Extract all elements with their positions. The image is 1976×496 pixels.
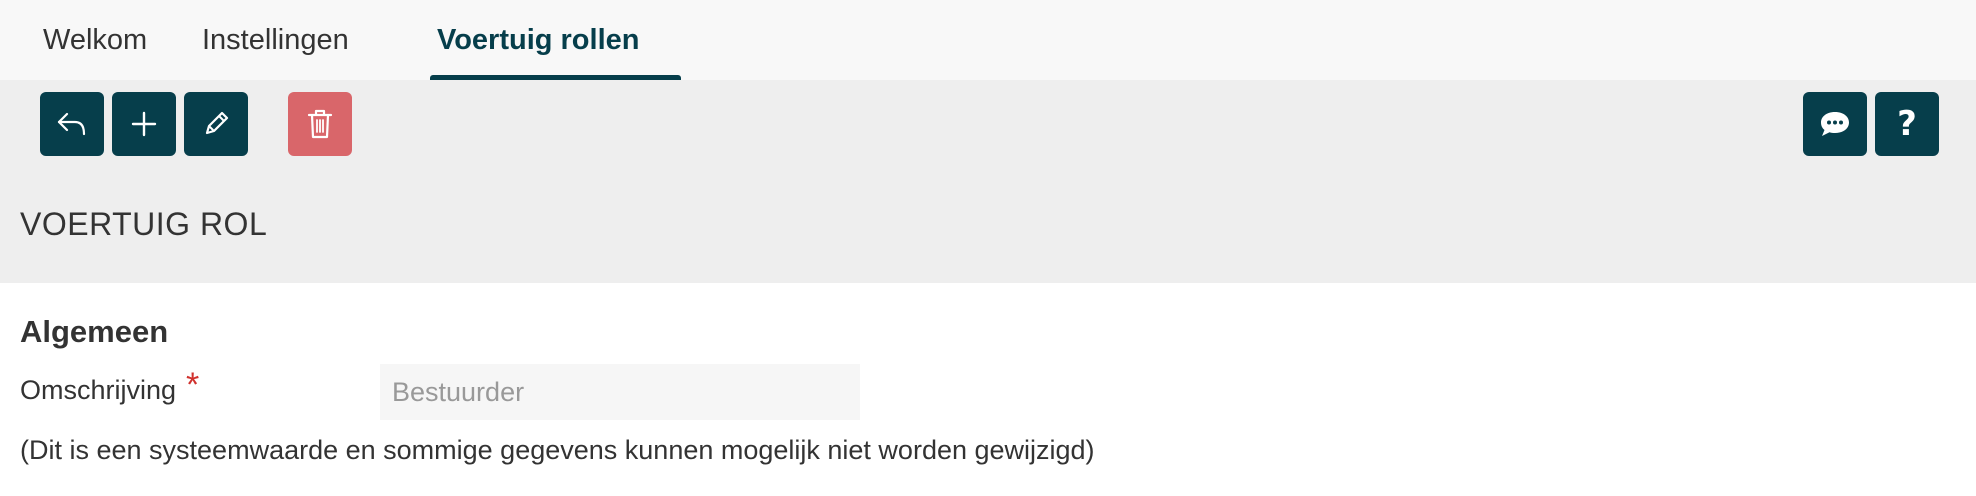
system-value-note: (Dit is een systeemwaarde en sommige geg…	[20, 435, 1095, 465]
tab-instellingen[interactable]: Instellingen	[202, 24, 349, 80]
omschrijving-input[interactable]	[380, 364, 860, 420]
page-title: VOERTUIG ROL	[20, 206, 268, 242]
tab-bar: Welkom Instellingen Voertuig rollen	[0, 0, 1976, 80]
delete-button[interactable]	[288, 92, 352, 156]
required-marker: *	[186, 366, 200, 404]
edit-button[interactable]	[184, 92, 248, 156]
trash-icon	[307, 109, 333, 139]
chat-icon	[1821, 112, 1849, 136]
back-icon	[57, 112, 86, 136]
add-button[interactable]	[112, 92, 176, 156]
pencil-icon	[205, 111, 229, 135]
help-button[interactable]: ?	[1875, 92, 1939, 156]
help-icon: ?	[1897, 104, 1917, 144]
tab-welkom[interactable]: Welkom	[43, 24, 147, 80]
chat-button[interactable]	[1803, 92, 1867, 156]
back-button[interactable]	[40, 92, 104, 156]
plus-icon	[131, 111, 157, 137]
tab-voertuig-rollen[interactable]: Voertuig rollen	[437, 24, 639, 80]
field-label-omschrijving: Omschrijving	[20, 375, 177, 405]
section-title: Algemeen	[20, 314, 169, 349]
